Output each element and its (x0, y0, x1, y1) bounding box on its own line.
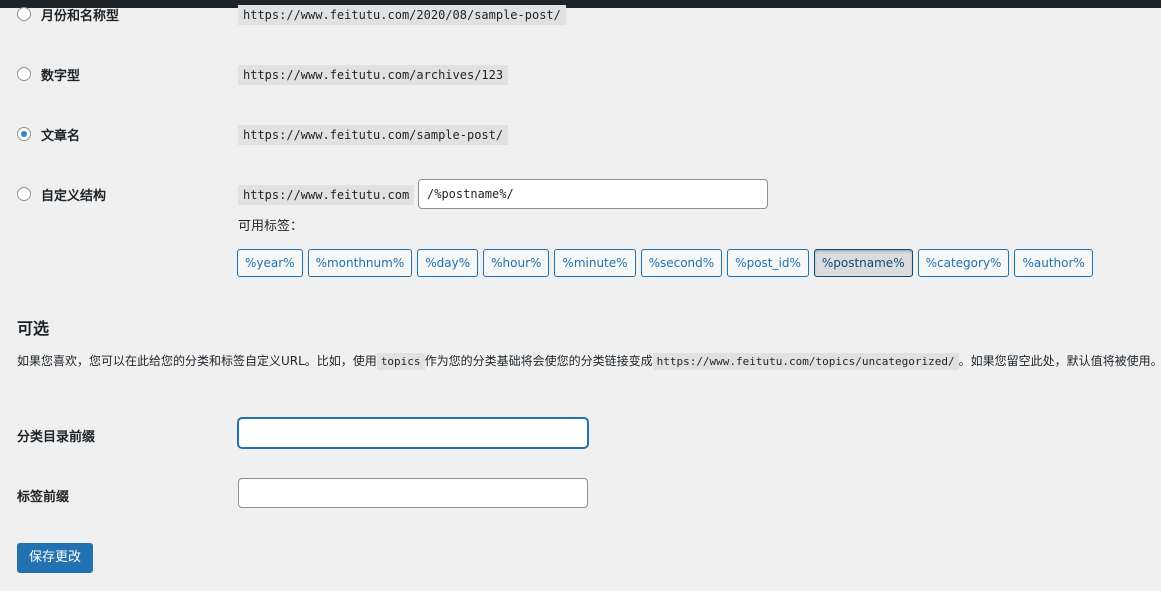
tag-button-second[interactable]: %second% (640, 249, 723, 277)
save-changes-button[interactable]: 保存更改 (17, 543, 94, 573)
tag-button-minute[interactable]: %minute% (554, 249, 636, 277)
option-label: 自定义结构 (41, 189, 107, 204)
admin-top-bar (0, 0, 1161, 8)
radio-post-name[interactable] (17, 127, 31, 141)
example-url: https://www.feitutu.com/sample-post/ (238, 125, 509, 145)
desc-text-1: 如果您喜欢，您可以在此给您的分类和标签自定义URL。比如，使用 (17, 354, 377, 368)
option-label: 月份和名称型 (41, 9, 120, 24)
optional-description: 如果您喜欢，您可以在此给您的分类和标签自定义URL。比如，使用 topics 作为您… (17, 350, 1161, 373)
example-url: https://www.feitutu.com/archives/123 (238, 65, 509, 85)
radio-custom[interactable] (17, 187, 31, 201)
option-label: 文章名 (41, 129, 81, 144)
tag-button-year[interactable]: %year% (237, 249, 303, 277)
category-base-label: 分类目录前缀 (17, 430, 96, 445)
available-tags: %year% %monthnum% %day% %hour% %minute% … (237, 249, 1093, 277)
tag-button-category[interactable]: %category% (917, 249, 1010, 277)
tag-button-author[interactable]: %author% (1014, 249, 1093, 277)
tag-base-input[interactable] (238, 478, 588, 508)
optional-heading: 可选 (17, 319, 50, 338)
tag-base-label: 标签前缀 (17, 490, 70, 505)
tag-button-post-id[interactable]: %post_id% (727, 249, 809, 277)
radio-numeric[interactable] (17, 67, 31, 81)
tag-button-day[interactable]: %day% (417, 249, 479, 277)
tag-button-hour[interactable]: %hour% (483, 249, 550, 277)
category-base-input[interactable] (238, 418, 588, 448)
custom-structure-input[interactable]: /%postname%/ (418, 179, 768, 209)
desc-text-2: 作为您的分类基础将会使您的分类链接变成 (424, 354, 653, 368)
available-tags-label: 可用标签： (238, 219, 304, 234)
tag-button-postname[interactable]: %postname% (813, 249, 913, 277)
radio-month-name[interactable] (17, 7, 31, 21)
desc-code-url: https://www.feitutu.com/topics/uncategor… (652, 353, 959, 370)
desc-text-3: 。如果您留空此处，默认值将被使用。 (958, 354, 1161, 368)
tag-button-monthnum[interactable]: %monthnum% (307, 249, 413, 277)
custom-base-url: https://www.feitutu.com (238, 185, 415, 205)
desc-code-topics: topics (376, 353, 425, 370)
option-label: 数字型 (41, 69, 81, 84)
example-url: https://www.feitutu.com/2020/08/sample-p… (238, 5, 566, 25)
